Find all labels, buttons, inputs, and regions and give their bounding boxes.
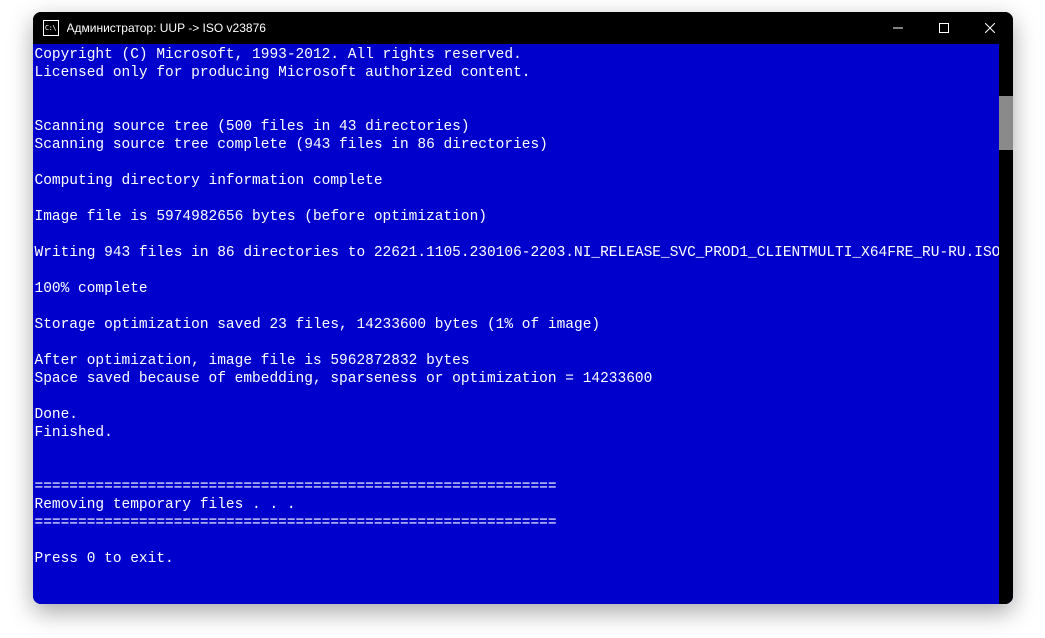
scrollbar-thumb[interactable] [999, 96, 1013, 150]
console-line [35, 100, 1013, 118]
console-line [35, 388, 1013, 406]
maximize-icon [939, 23, 949, 33]
titlebar: C:\ Администратор: UUP -> ISO v23876 [33, 12, 1013, 44]
console-line: Space saved because of embedding, sparse… [35, 370, 1013, 388]
console-line: ========================================… [35, 478, 1013, 496]
console-line: Storage optimization saved 23 files, 142… [35, 316, 1013, 334]
scrollbar-track[interactable] [999, 44, 1013, 604]
console-line: Image file is 5974982656 bytes (before o… [35, 208, 1013, 226]
console-window: C:\ Администратор: UUP -> ISO v23876 Cop… [33, 12, 1013, 604]
console-line: Removing temporary files . . . [35, 496, 1013, 514]
close-icon [985, 23, 995, 33]
console-line: Copyright (C) Microsoft, 1993-2012. All … [35, 46, 1013, 64]
console-line: ========================================… [35, 514, 1013, 532]
minimize-button[interactable] [875, 12, 921, 44]
console-line: Computing directory information complete [35, 172, 1013, 190]
console-line: Finished. [35, 424, 1013, 442]
window-title: Администратор: UUP -> ISO v23876 [67, 21, 875, 35]
console-line [35, 82, 1013, 100]
console-line [35, 154, 1013, 172]
console-line [35, 226, 1013, 244]
console-line: Writing 943 files in 86 directories to 2… [35, 244, 1013, 262]
title-prefix: Администратор: [67, 21, 160, 35]
console-line [35, 262, 1013, 280]
console-line: Done. [35, 406, 1013, 424]
console-line: Scanning source tree complete (943 files… [35, 136, 1013, 154]
console-line [35, 442, 1013, 460]
console-line [35, 532, 1013, 550]
minimize-icon [893, 23, 903, 33]
console-line: Press 0 to exit. [35, 550, 1013, 568]
console-line: Scanning source tree (500 files in 43 di… [35, 118, 1013, 136]
console-line [35, 298, 1013, 316]
console-line: Licensed only for producing Microsoft au… [35, 64, 1013, 82]
close-button[interactable] [967, 12, 1013, 44]
console-line: 100% complete [35, 280, 1013, 298]
console-line [35, 460, 1013, 478]
maximize-button[interactable] [921, 12, 967, 44]
console-line: After optimization, image file is 596287… [35, 352, 1013, 370]
console-line [35, 334, 1013, 352]
title-main: UUP -> ISO v23876 [160, 21, 266, 35]
window-controls [875, 12, 1013, 44]
console-line [35, 190, 1013, 208]
console-output[interactable]: Copyright (C) Microsoft, 1993-2012. All … [33, 44, 1013, 604]
console-app-icon: C:\ [43, 20, 59, 36]
